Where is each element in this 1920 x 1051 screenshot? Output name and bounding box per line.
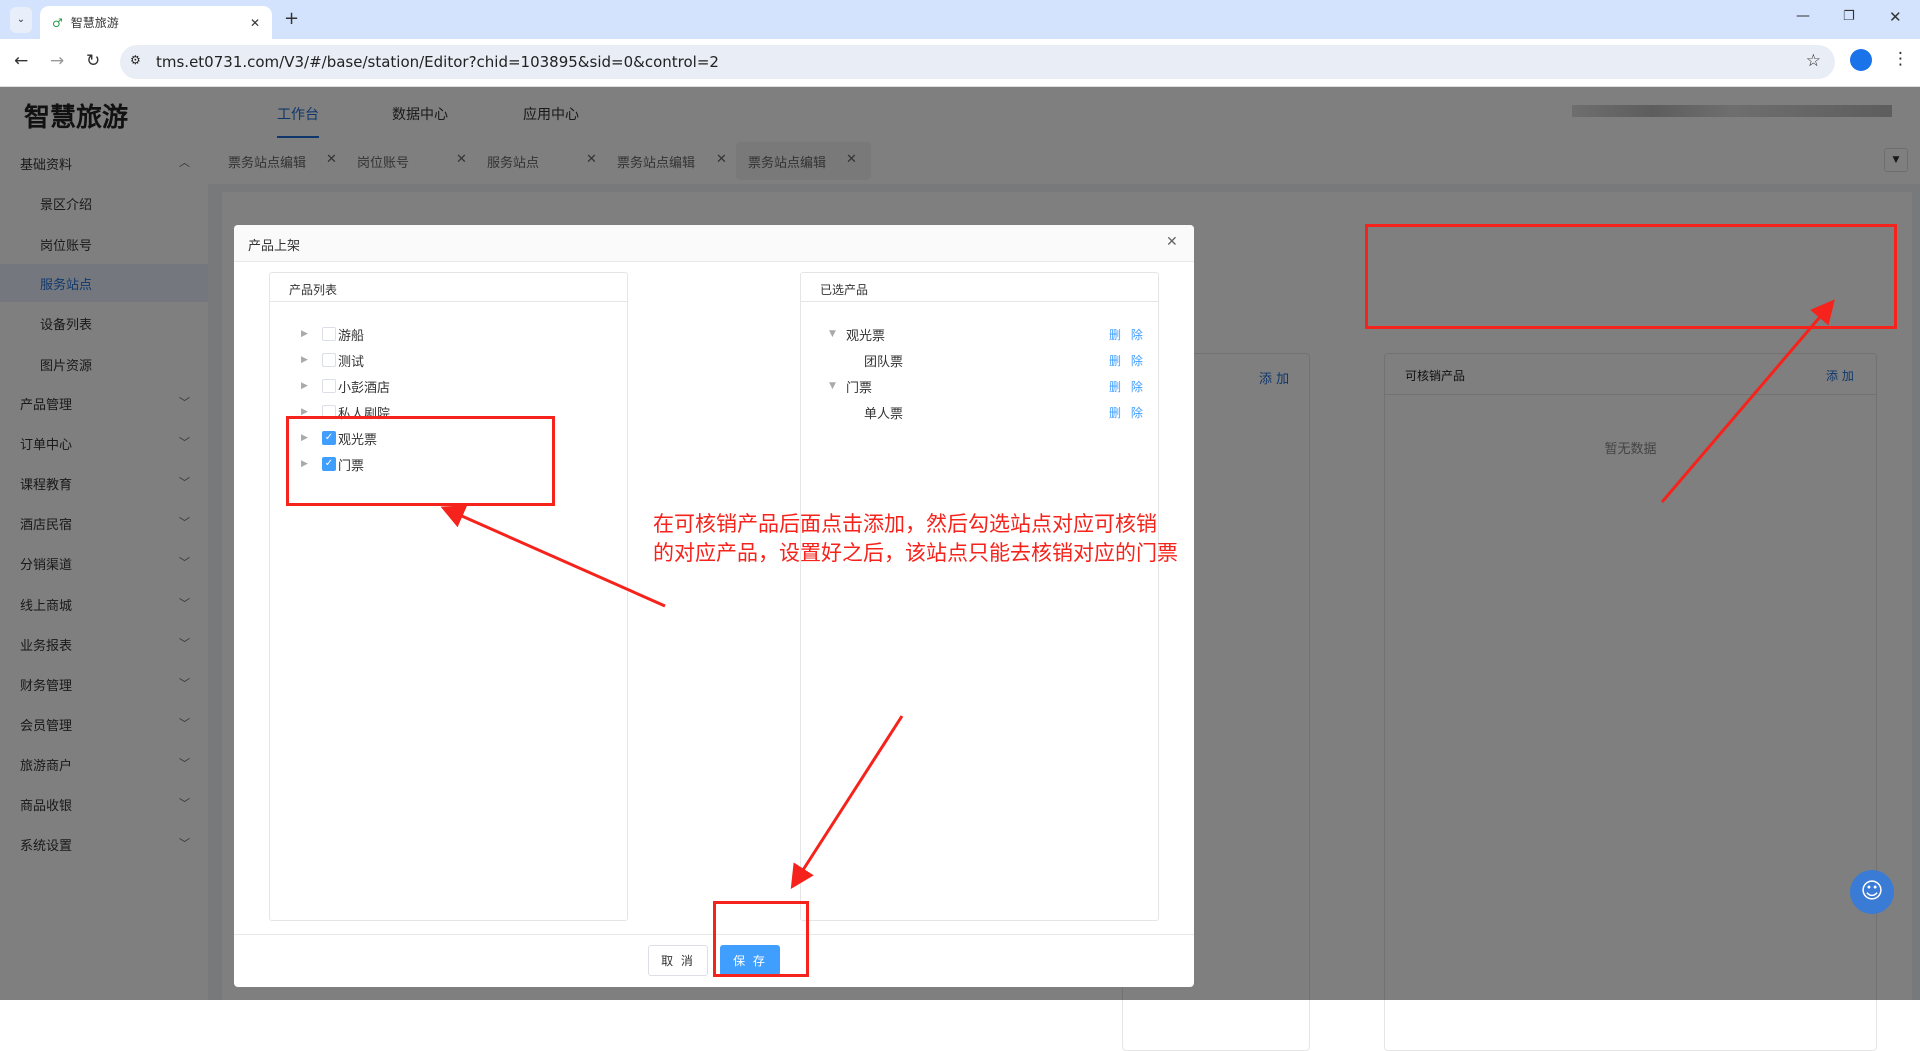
arrow-to-checked [440, 505, 666, 608]
arrow-to-add [1660, 299, 1835, 503]
arrow-to-save [790, 715, 904, 890]
annotation-arrows [440, 299, 1835, 890]
